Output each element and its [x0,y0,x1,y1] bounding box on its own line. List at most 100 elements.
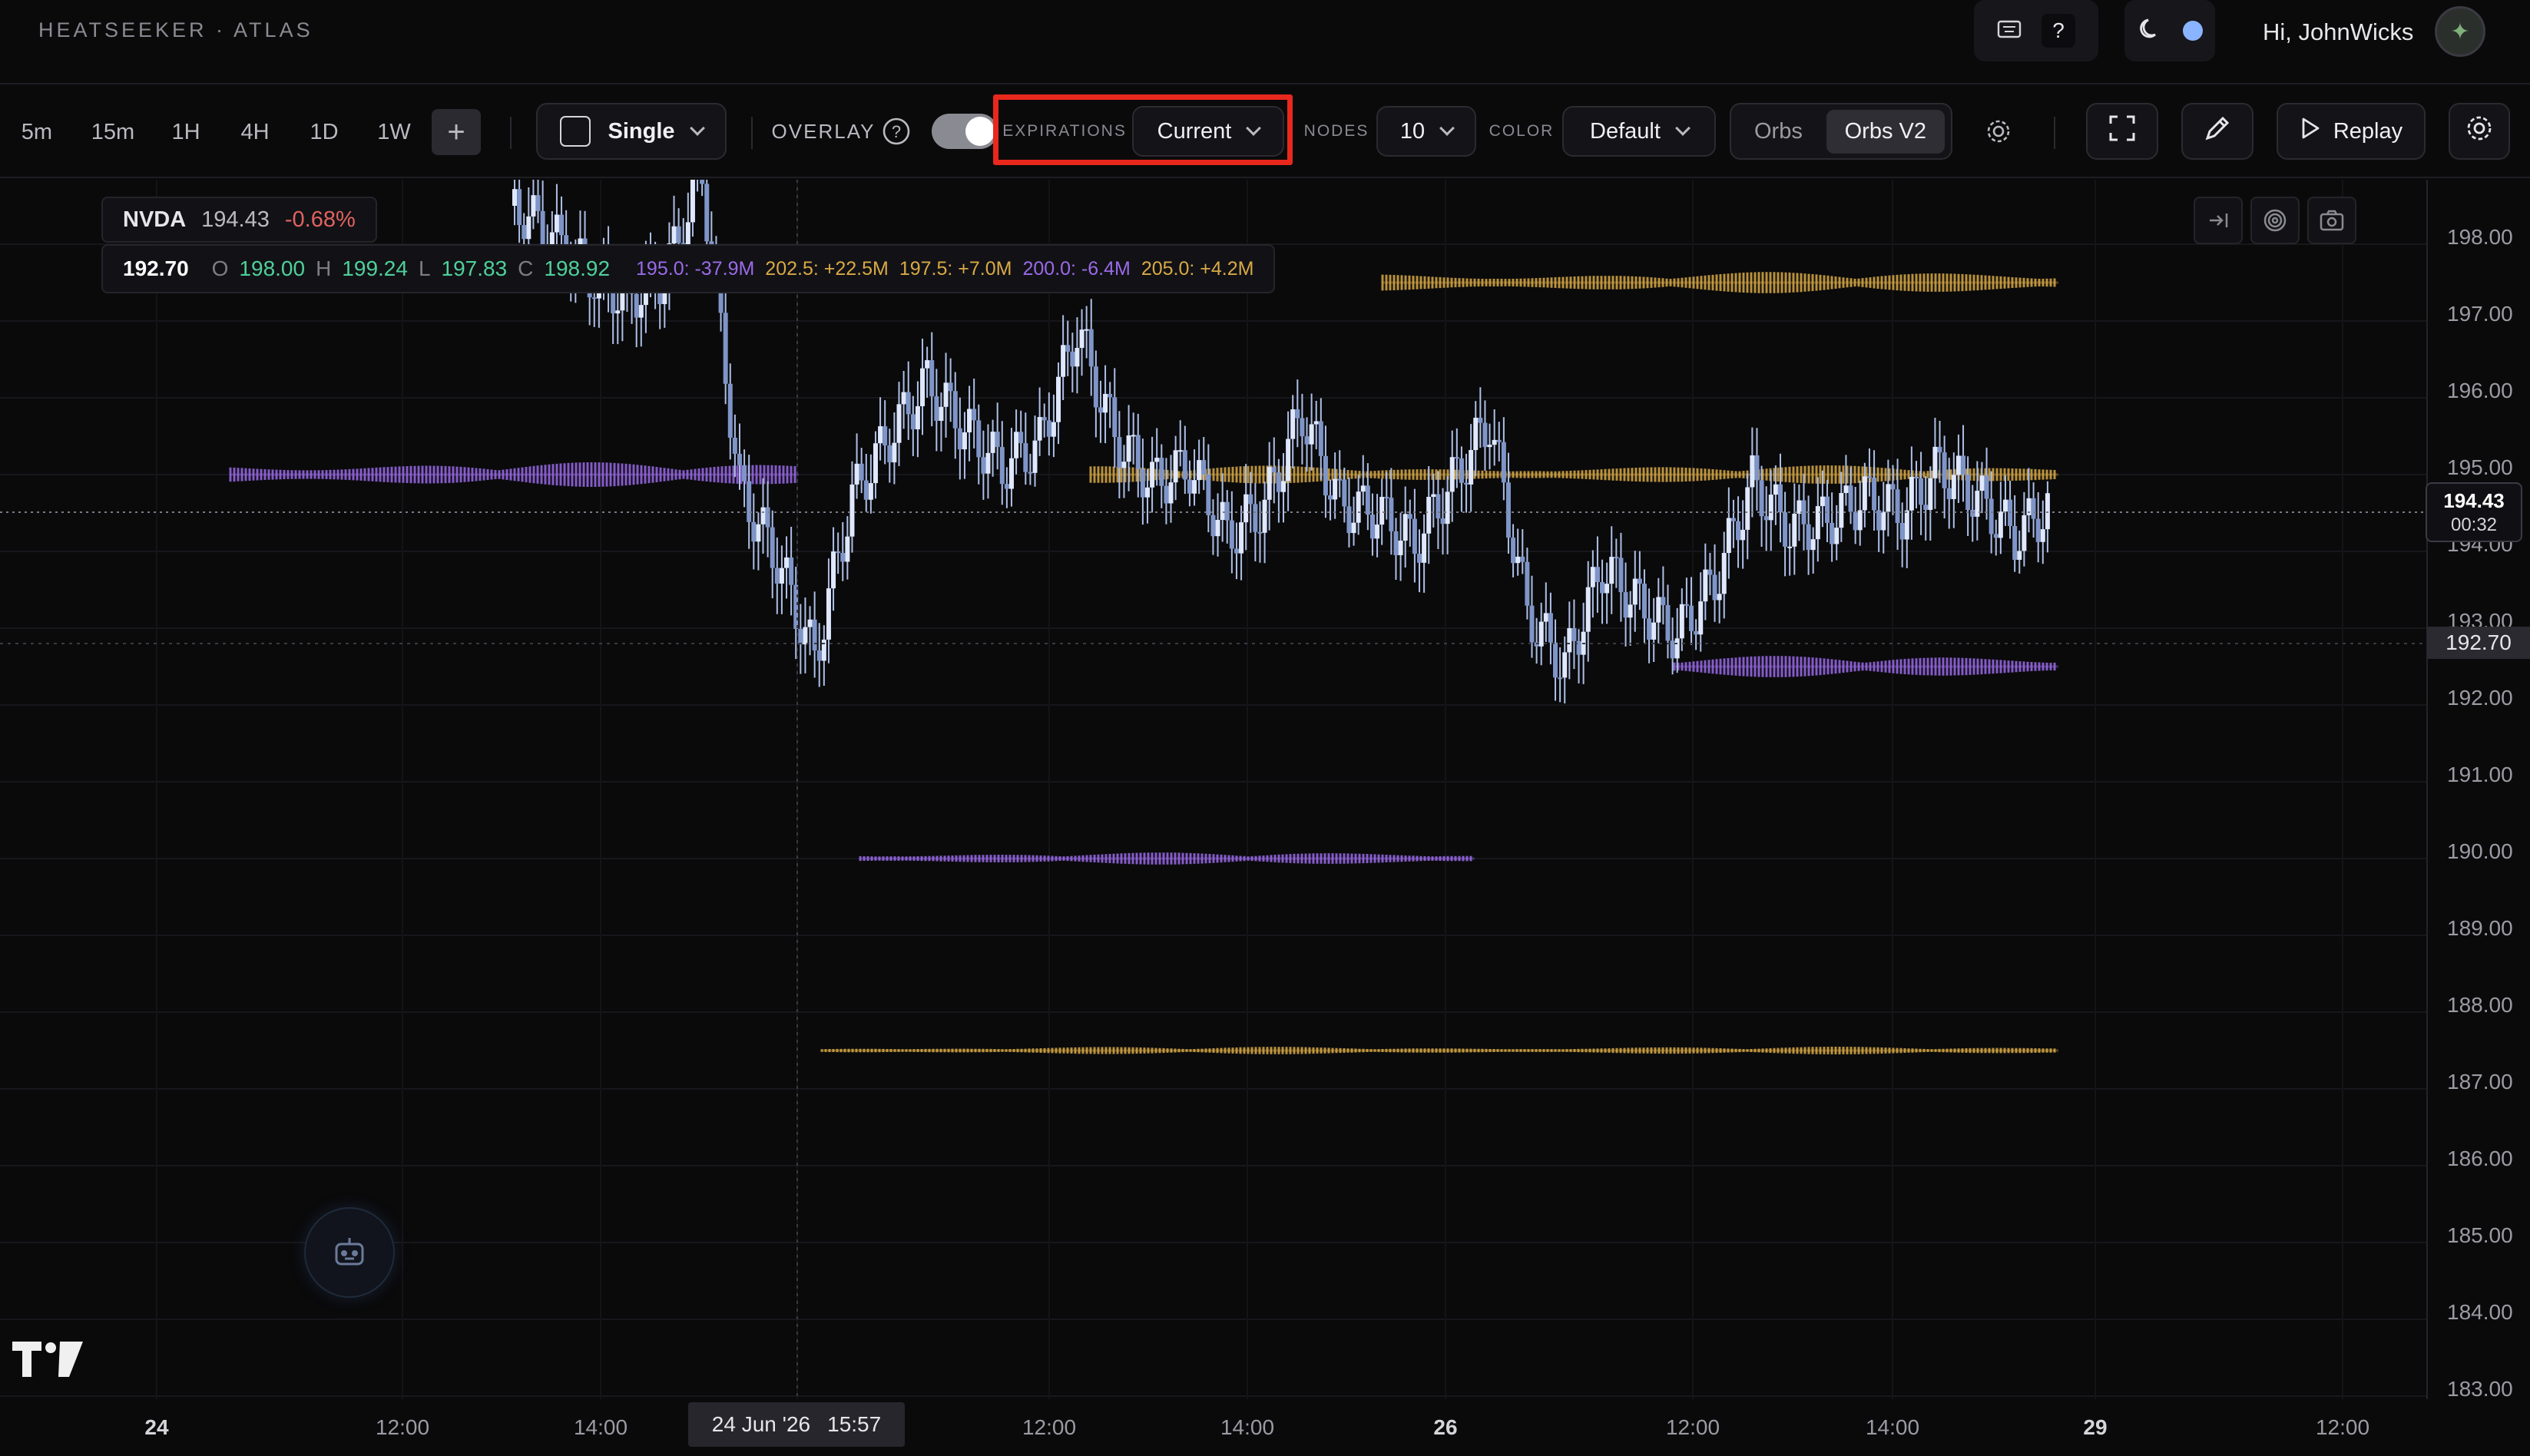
timeframe-1h[interactable]: 1H [164,111,207,154]
tradingview-logo [12,1341,83,1391]
timeframe-4h[interactable]: 4H [232,111,278,154]
help-button[interactable]: ? [2042,14,2075,48]
candle-body [737,453,742,465]
candle-body [1684,604,1689,606]
assistant-bot-button[interactable] [304,1207,395,1298]
price-tick: 190.00 [2447,839,2513,863]
nodes-select[interactable]: 10 [1376,106,1476,157]
target-icon[interactable] [2250,197,2300,244]
candle-body [1041,417,1047,421]
candle-body [1449,457,1455,492]
candle-body [1046,420,1051,437]
top-bar: HEATSEEKER · ATLAS ? Hi, JohnWicks ✦ [0,0,2530,84]
candle-body [1117,437,1122,468]
candle-body [831,551,836,589]
candle-body [1525,561,1530,606]
candle-body [868,483,873,500]
candle-body [1913,476,1919,479]
fullscreen-button[interactable] [2086,103,2158,160]
candle-body [999,447,1005,485]
candle-body [1703,569,1708,602]
candle-body [1604,584,1610,594]
candle-body [1600,581,1605,594]
candle-body [957,428,962,450]
moon-icon [2137,16,2163,46]
candle-body [1632,578,1638,605]
candle-body [906,392,911,415]
candle-body [812,619,817,650]
candle-body [1810,539,1816,551]
candle-body [732,437,737,454]
candle-body [985,452,991,474]
add-timeframe-button[interactable]: + [432,109,481,155]
candle-body [1759,480,1764,517]
toggle-knob [965,117,995,146]
candle-body [1239,522,1244,554]
candle-body [1328,495,1333,500]
timeframe-1w[interactable]: 1W [370,111,418,154]
time-tick: 14:00 [1220,1415,1274,1439]
candle-body [1834,528,1840,544]
gear-icon [2465,114,2494,149]
candle-body [1262,499,1267,533]
candle-body [1965,474,1971,510]
candle-body [1830,522,1835,544]
timeframe-5m[interactable]: 5m [18,111,52,154]
candle-body [896,404,902,443]
candle-body [1464,482,1469,485]
time-tick: 26 [1433,1415,1457,1439]
candle-body [892,442,897,463]
settings-button[interactable] [2449,103,2510,160]
replay-button[interactable]: Replay [2277,103,2426,160]
candle-body [1333,478,1338,500]
price-tick: 195.00 [2447,455,2513,479]
view-orbs-v2[interactable]: Orbs V2 [1826,109,1945,154]
timeframe-15m[interactable]: 15m [86,111,140,154]
overlay-toggle[interactable] [929,103,1000,160]
scroll-to-end-button[interactable] [2194,197,2243,244]
price-chart[interactable]: 198.00 197.00 196.00 195.00 194.00 193.0… [0,180,2530,1399]
candle-body [723,313,728,384]
theme-toggle[interactable] [2124,0,2215,61]
avatar[interactable]: ✦ [2435,6,2485,57]
view-orbs[interactable]: Orbs [1737,119,1820,144]
help-circle-icon[interactable]: ? [880,103,912,160]
candle-body [1197,460,1202,481]
candle-body [1469,450,1474,485]
candle-body [1004,484,1009,489]
candle-body [1872,478,1877,511]
candle-body [1300,418,1305,437]
candle-body [1051,422,1056,437]
price-tick: 191.00 [2447,763,2513,786]
candle-body [1783,512,1788,547]
keyboard-icon[interactable] [1997,19,2022,43]
candle-body [1857,510,1863,531]
candle-body [1093,366,1098,408]
candle-body [1909,476,1914,511]
mode-select[interactable]: Single [536,103,727,160]
candle-body [634,293,639,318]
candle-body [1351,522,1356,534]
candle-body [1740,529,1746,541]
draw-button[interactable] [2181,103,2253,160]
candle-body [1206,474,1211,515]
candle-body [1028,472,1033,474]
timeframe-1d[interactable]: 1D [301,111,347,154]
chart-canvas[interactable]: 198.00 197.00 196.00 195.00 194.00 193.0… [0,180,2530,1399]
candle-body [704,184,710,242]
time-tick: 12:00 [1022,1415,1076,1439]
candle-body [1056,376,1061,422]
candle-body [925,360,930,369]
candle-body [1108,393,1113,398]
candle-body [1356,491,1361,523]
candle-body [863,480,869,500]
candle-body [1511,538,1516,564]
candle-body [1754,455,1760,481]
camera-icon[interactable] [2307,197,2356,244]
candle-body [1862,476,1867,511]
color-select[interactable]: Default [1562,106,1716,157]
candle-body [1853,511,1858,531]
candle-body [727,383,733,438]
candle-body [1492,439,1497,445]
gear-icon[interactable] [1977,103,2020,160]
